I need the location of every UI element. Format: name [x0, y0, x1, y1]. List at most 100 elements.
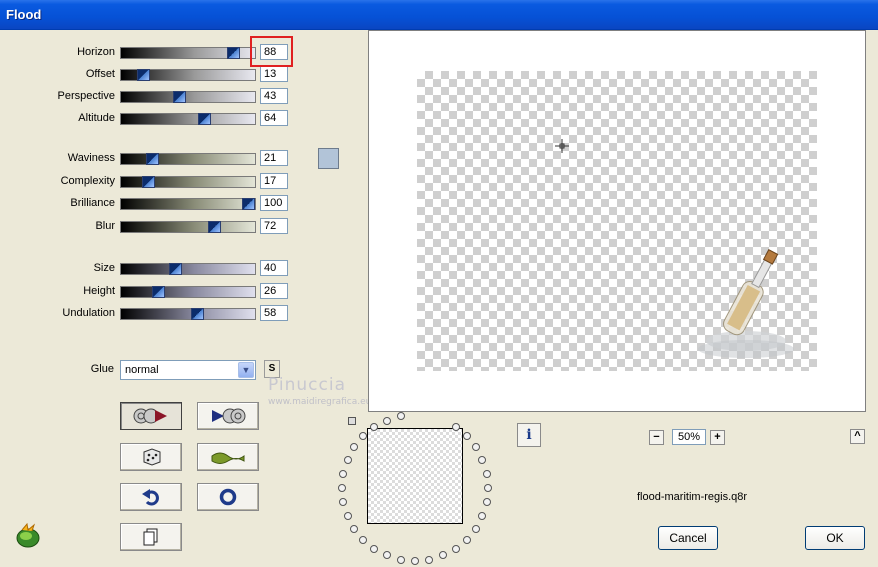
value-complexity[interactable]: 17	[260, 173, 288, 189]
slider-thumb-height[interactable]	[152, 286, 165, 298]
navigator-dot[interactable]	[359, 536, 367, 544]
navigator-dot[interactable]	[350, 525, 358, 533]
navigator-dot[interactable]	[344, 512, 352, 520]
slider-altitude[interactable]	[120, 113, 256, 125]
watermark-name: Pinuccia	[268, 375, 346, 395]
slider-horizon[interactable]	[120, 47, 256, 59]
slider-thumb-altitude[interactable]	[198, 113, 211, 125]
info-button[interactable]: i	[517, 423, 541, 447]
navigator-dot[interactable]	[452, 545, 460, 553]
copy-button[interactable]	[120, 523, 182, 551]
load-preset-icon	[133, 408, 167, 424]
label-undulation: Undulation	[62, 307, 115, 319]
navigator-dot[interactable]	[339, 470, 347, 478]
navigator-dot[interactable]	[350, 443, 358, 451]
navigator-dot[interactable]	[483, 498, 491, 506]
slider-thumb-size[interactable]	[169, 263, 182, 275]
glue-select[interactable]: normal ▼	[120, 360, 256, 380]
chevron-down-icon[interactable]: ▼	[238, 362, 254, 378]
slider-thumb-complexity[interactable]	[142, 176, 155, 188]
wave-button[interactable]	[197, 443, 259, 471]
save-preset-icon	[212, 408, 246, 424]
navigator-dot[interactable]	[397, 556, 405, 564]
slider-thumb-perspective[interactable]	[173, 91, 186, 103]
navigator-dot[interactable]	[463, 432, 471, 440]
navigator-dot[interactable]	[397, 412, 405, 420]
crosshair-icon	[555, 139, 569, 153]
label-blur: Blur	[95, 220, 115, 232]
navigator-dot[interactable]	[425, 556, 433, 564]
title-bar[interactable]: Flood	[0, 0, 878, 30]
navigator-dot[interactable]	[478, 512, 486, 520]
navigator-dot[interactable]	[339, 498, 347, 506]
zoom-in-button[interactable]: +	[710, 430, 725, 445]
value-undulation[interactable]: 58	[260, 305, 288, 321]
collapse-button[interactable]: ^	[850, 429, 865, 444]
default-button[interactable]	[197, 483, 259, 511]
reset-button[interactable]	[120, 483, 182, 511]
navigator-dot[interactable]	[411, 557, 419, 565]
navigator-dot[interactable]	[478, 456, 486, 464]
value-brilliance[interactable]: 100	[260, 195, 288, 211]
value-size[interactable]: 40	[260, 260, 288, 276]
dialog-client: Horizon 88 Offset 13 Perspective 43 Altitude 64…	[0, 30, 878, 567]
navigator-dot[interactable]	[483, 470, 491, 478]
navigator-dot[interactable]	[472, 525, 480, 533]
navigator-dot[interactable]	[452, 423, 460, 431]
navigator-dot[interactable]	[463, 536, 471, 544]
cancel-button[interactable]: Cancel	[658, 526, 718, 550]
undo-icon	[142, 489, 159, 506]
slider-thumb-horizon[interactable]	[227, 47, 240, 59]
label-size: Size	[93, 262, 115, 274]
highlight-box	[250, 36, 293, 67]
slider-size[interactable]	[120, 263, 256, 275]
navigator-dot[interactable]	[359, 432, 367, 440]
label-altitude: Altitude	[78, 112, 115, 124]
navigator-dot[interactable]	[338, 484, 346, 492]
value-blur[interactable]: 72	[260, 218, 288, 234]
slider-thumb-undulation[interactable]	[191, 308, 204, 320]
random-button[interactable]	[120, 443, 182, 471]
navigator-dot[interactable]	[484, 484, 492, 492]
glue-label: Glue	[90, 363, 114, 375]
navigator-dot[interactable]	[439, 551, 447, 559]
label-brilliance: Brilliance	[70, 197, 115, 209]
slider-height[interactable]	[120, 286, 256, 298]
load-preset-button[interactable]	[120, 402, 182, 430]
save-preset-button[interactable]	[197, 402, 259, 430]
slider-perspective[interactable]	[120, 91, 256, 103]
ok-button[interactable]: OK	[805, 526, 865, 550]
value-height[interactable]: 26	[260, 283, 288, 299]
slider-brilliance[interactable]	[120, 198, 256, 210]
value-perspective[interactable]: 43	[260, 88, 288, 104]
flood-color-swatch[interactable]	[318, 148, 339, 169]
value-altitude[interactable]: 64	[260, 110, 288, 126]
navigator-dot[interactable]	[344, 456, 352, 464]
wave-icon	[211, 452, 245, 464]
slider-thumb-waviness[interactable]	[146, 153, 159, 165]
navigator-preview[interactable]	[367, 428, 463, 524]
zoom-out-button[interactable]: −	[649, 430, 664, 445]
value-offset[interactable]: 13	[260, 66, 288, 82]
slider-undulation[interactable]	[120, 308, 256, 320]
navigator-dot[interactable]	[472, 443, 480, 451]
navigator-dot[interactable]	[370, 545, 378, 553]
navigator-dot[interactable]	[370, 423, 378, 431]
slider-thumb-brilliance[interactable]	[242, 198, 255, 210]
label-horizon: Horizon	[77, 46, 115, 58]
slider-thumb-blur[interactable]	[208, 221, 221, 233]
navigator-dot[interactable]	[383, 417, 391, 425]
slider-thumb-offset[interactable]	[137, 69, 150, 81]
slider-complexity[interactable]	[120, 176, 256, 188]
slider-blur[interactable]	[120, 221, 256, 233]
navigator-handle[interactable]	[348, 417, 356, 425]
circle-icon	[219, 488, 237, 506]
app-logo-icon[interactable]	[14, 521, 42, 549]
preview-canvas[interactable]	[368, 30, 866, 412]
navigator-dot[interactable]	[383, 551, 391, 559]
slider-offset[interactable]	[120, 69, 256, 81]
value-waviness[interactable]: 21	[260, 150, 288, 166]
zoom-level: 50%	[672, 429, 706, 445]
watermark-site: www.maidiregrafica.eu	[268, 397, 372, 407]
slider-waviness[interactable]	[120, 153, 256, 165]
